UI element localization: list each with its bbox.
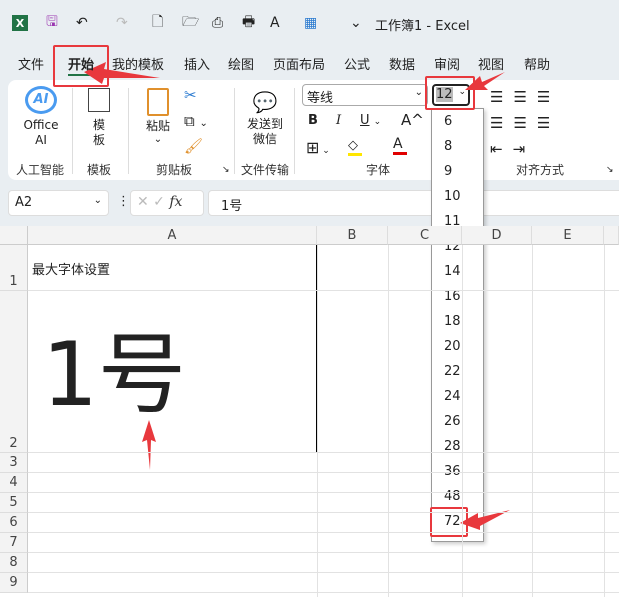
row-header[interactable]: 6 — [0, 513, 28, 533]
print-icon[interactable]: 🖶 — [242, 12, 255, 34]
group-label: 对齐方式 — [516, 163, 565, 177]
tab-3[interactable]: 插入 — [184, 54, 210, 73]
row-header[interactable]: 9 — [0, 573, 28, 593]
column-header[interactable]: E — [532, 226, 604, 245]
arrow-icon — [142, 420, 156, 470]
column-header[interactable]: B — [317, 226, 388, 245]
group-label: 剪贴板 — [156, 163, 193, 177]
row-header[interactable]: 1 — [0, 245, 28, 291]
row-header[interactable]: 5 — [0, 493, 28, 513]
font-color-icon[interactable]: A — [270, 12, 280, 34]
save-icon[interactable]: 🖫 — [46, 12, 58, 34]
tab-0[interactable]: 文件 — [18, 54, 44, 73]
tab-2[interactable]: 我的模板 — [112, 54, 164, 73]
open-folder-icon[interactable]: 🗁 — [182, 12, 199, 34]
column-header[interactable]: C — [388, 226, 462, 245]
row-header[interactable]: 8 — [0, 553, 28, 573]
column-header[interactable]: A — [28, 226, 317, 245]
column-header[interactable]: D — [462, 226, 532, 245]
tab-9[interactable]: 视图 — [478, 54, 504, 73]
arrow-icon — [465, 72, 505, 90]
group-label: 文件传输 — [241, 163, 290, 177]
tab-7[interactable]: 数据 — [389, 54, 415, 73]
tab-4[interactable]: 绘图 — [228, 54, 254, 73]
row-header[interactable]: 2 — [0, 291, 28, 453]
tab-6[interactable]: 公式 — [344, 54, 370, 73]
table-icon[interactable]: ▦ — [304, 12, 317, 34]
arrow-icon — [460, 510, 510, 530]
group-label: 模板 — [87, 163, 112, 177]
redo-icon[interactable]: ↷ — [116, 12, 128, 34]
tab-5[interactable]: 页面布局 — [273, 54, 325, 73]
excel-logo-icon[interactable]: X — [12, 15, 28, 31]
tab-8[interactable]: 审阅 — [434, 54, 460, 73]
group-label: 人工智能 — [16, 163, 65, 177]
row-header[interactable]: 4 — [0, 473, 28, 493]
undo-icon[interactable]: ↶ — [76, 12, 88, 34]
row-header[interactable]: 7 — [0, 533, 28, 553]
print-preview-icon[interactable]: ⎙ — [212, 12, 223, 34]
tab-10[interactable]: 帮助 — [524, 54, 550, 73]
tab-1[interactable]: 开始 — [68, 54, 94, 73]
row-header[interactable]: 3 — [0, 453, 28, 473]
callout-arrows — [84, 62, 510, 530]
new-file-icon[interactable]: 🗋 — [152, 12, 163, 34]
group-label: 字体 — [366, 163, 391, 177]
customize-icon[interactable]: ⌄ — [350, 12, 362, 34]
